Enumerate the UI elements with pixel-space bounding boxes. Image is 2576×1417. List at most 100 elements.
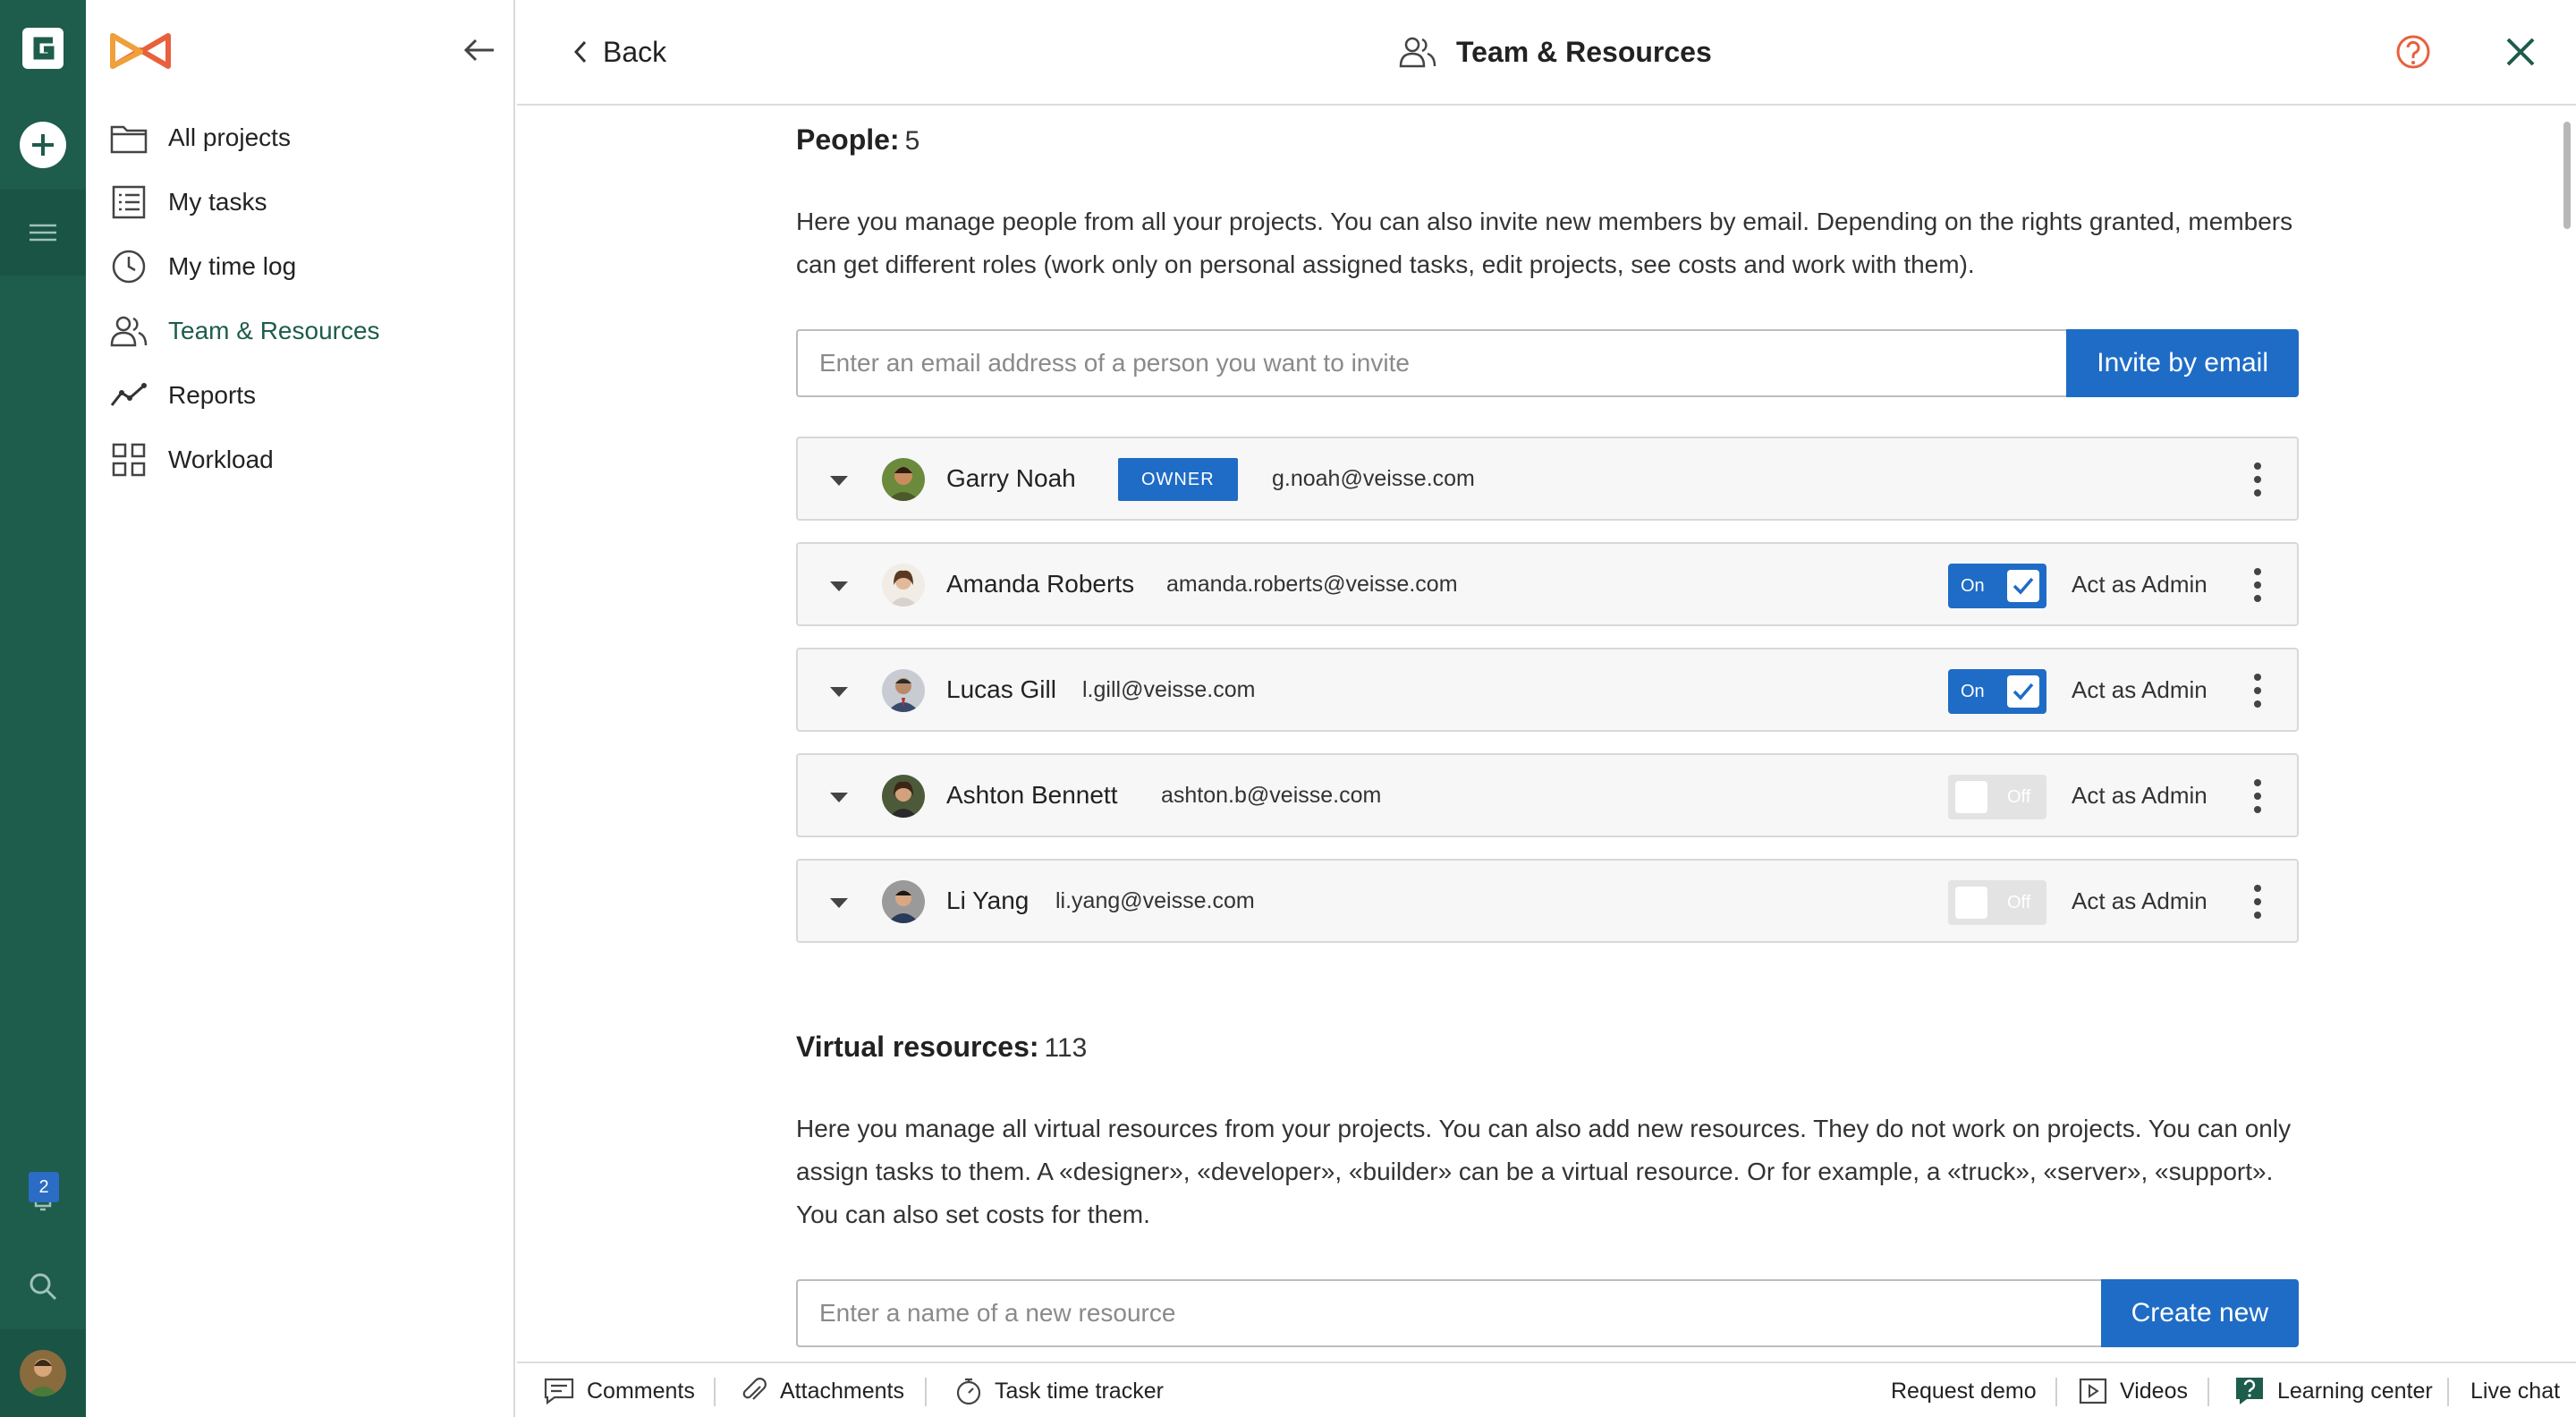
- notifications-button[interactable]: 2: [23, 1172, 63, 1218]
- avatar: [882, 564, 925, 607]
- live-chat-button[interactable]: Live chat: [2470, 1363, 2560, 1417]
- chevron-left-icon: [573, 40, 587, 64]
- sidebar: All projects My tasks My time log Team &…: [86, 0, 515, 1417]
- attachments-button[interactable]: Attachments: [741, 1363, 904, 1417]
- back-label: Back: [603, 35, 667, 68]
- sidebar-item-my-tasks[interactable]: My tasks: [86, 170, 515, 234]
- invite-email-input[interactable]: [796, 329, 2067, 397]
- member-row: Amanda Roberts amanda.roberts@veisse.com…: [796, 542, 2299, 626]
- sidebar-item-all-projects[interactable]: All projects: [86, 106, 515, 170]
- sidebar-item-label: My time log: [168, 252, 297, 280]
- resource-name-input[interactable]: [796, 1279, 2101, 1347]
- paperclip-icon: [742, 1378, 767, 1400]
- request-demo-link[interactable]: Request demo: [1891, 1363, 2037, 1417]
- clock-icon: [109, 247, 148, 286]
- sidebar-item-label: All projects: [168, 123, 291, 151]
- member-email: li.yang@veisse.com: [1055, 888, 1255, 913]
- avatar: [882, 775, 925, 818]
- sidebar-item-label: My tasks: [168, 188, 267, 216]
- sidebar-item-reports[interactable]: Reports: [86, 363, 515, 428]
- admin-toggle[interactable]: Off: [1948, 880, 2046, 925]
- sidebar-item-workload[interactable]: Workload: [86, 428, 515, 492]
- people-count: 5: [904, 126, 920, 156]
- people-title: People:: [796, 123, 900, 156]
- menu-icon[interactable]: [0, 190, 86, 276]
- scrollbar[interactable]: [2563, 122, 2571, 229]
- sidebar-item-label: Reports: [168, 381, 257, 409]
- brand-logo-icon: [109, 30, 172, 72]
- comment-icon: [544, 1378, 574, 1404]
- videos-label: Videos: [2120, 1378, 2188, 1404]
- toggle-label: On: [1961, 682, 1985, 701]
- collapse-sidebar-button[interactable]: [462, 32, 497, 68]
- virtual-resources-description: Here you manage all virtual resources fr…: [796, 1115, 2292, 1228]
- page-title: Team & Resources: [1399, 30, 1712, 73]
- invite-by-email-button[interactable]: Invite by email: [2066, 329, 2299, 397]
- caret-down-icon[interactable]: [828, 681, 850, 702]
- toggle-label: Off: [2007, 787, 2031, 807]
- sidebar-nav: All projects My tasks My time log Team &…: [86, 106, 515, 492]
- video-icon: [2079, 1378, 2107, 1404]
- caret-down-icon[interactable]: [828, 575, 850, 597]
- user-avatar-button[interactable]: [0, 1329, 86, 1417]
- page-title-text: Team & Resources: [1456, 35, 1712, 68]
- comments-button[interactable]: Comments: [544, 1363, 695, 1417]
- notification-badge: 2: [29, 1172, 59, 1202]
- checkmark-icon: [2007, 675, 2039, 708]
- avatar: [882, 669, 925, 712]
- caret-down-icon[interactable]: [828, 786, 850, 808]
- invite-form: Invite by email: [796, 329, 2299, 397]
- app-logo-icon[interactable]: [18, 23, 68, 73]
- caret-down-icon[interactable]: [828, 892, 850, 913]
- more-options-icon[interactable]: [2241, 564, 2274, 607]
- grid-icon: [109, 440, 148, 479]
- virtual-resources-title: Virtual resources: 113: [796, 1031, 1087, 1064]
- time-tracker-label: Task time tracker: [995, 1378, 1164, 1404]
- avatar: [882, 458, 925, 501]
- more-options-icon[interactable]: [2241, 669, 2274, 712]
- sidebar-item-label: Workload: [168, 445, 274, 473]
- help-icon[interactable]: [2394, 32, 2433, 72]
- close-icon[interactable]: [2501, 32, 2540, 72]
- task-time-tracker-button[interactable]: Task time tracker: [955, 1363, 1164, 1417]
- member-name: Ashton Bennett: [946, 781, 1118, 809]
- act-as-admin-label: Act as Admin: [2072, 571, 2207, 598]
- caret-down-icon[interactable]: [828, 470, 850, 491]
- people-description: Here you manage people from all your pro…: [796, 208, 2293, 278]
- question-icon: [2236, 1378, 2263, 1404]
- sidebar-item-my-time-log[interactable]: My time log: [86, 234, 515, 299]
- stopwatch-icon: [956, 1378, 981, 1405]
- more-options-icon[interactable]: [2241, 775, 2274, 818]
- back-button[interactable]: Back: [572, 30, 666, 73]
- virtual-count: 113: [1044, 1033, 1088, 1063]
- member-row: Ashton Bennett ashton.b@veisse.com Off A…: [796, 753, 2299, 837]
- divider: [925, 1378, 927, 1406]
- arrow-left-icon: [463, 38, 494, 62]
- new-resource-form: Create new: [796, 1279, 2299, 1347]
- avatar: [882, 880, 925, 923]
- videos-button[interactable]: Videos: [2079, 1363, 2188, 1417]
- member-name: Garry Noah: [946, 464, 1076, 492]
- more-options-icon[interactable]: [2241, 458, 2274, 501]
- sidebar-item-label: Team & Resources: [168, 317, 380, 344]
- folder-icon: [109, 118, 148, 157]
- sidebar-item-team-resources[interactable]: Team & Resources: [86, 299, 515, 363]
- member-row: Li Yang li.yang@veisse.com Off Act as Ad…: [796, 859, 2299, 943]
- virtual-title: Virtual resources:: [796, 1031, 1039, 1063]
- act-as-admin-label: Act as Admin: [2072, 676, 2207, 703]
- add-icon[interactable]: [20, 122, 66, 168]
- footer-bar: Comments Attachments Task time tracker R…: [517, 1362, 2576, 1417]
- app-rail: 2: [0, 0, 86, 1417]
- create-new-button[interactable]: Create new: [2100, 1279, 2299, 1347]
- admin-toggle[interactable]: On: [1948, 669, 2046, 714]
- member-email: amanda.roberts@veisse.com: [1166, 572, 1458, 597]
- member-email: g.noah@veisse.com: [1272, 466, 1475, 491]
- more-options-icon[interactable]: [2241, 880, 2274, 923]
- learning-center-button[interactable]: Learning center: [2234, 1363, 2433, 1417]
- toggle-knob: [1955, 887, 1987, 919]
- admin-toggle[interactable]: On: [1948, 564, 2046, 608]
- admin-toggle[interactable]: Off: [1948, 775, 2046, 819]
- page-header: Back Team & Resources: [517, 0, 2576, 106]
- live-chat-label: Live chat: [2470, 1378, 2561, 1404]
- search-icon[interactable]: [23, 1267, 63, 1306]
